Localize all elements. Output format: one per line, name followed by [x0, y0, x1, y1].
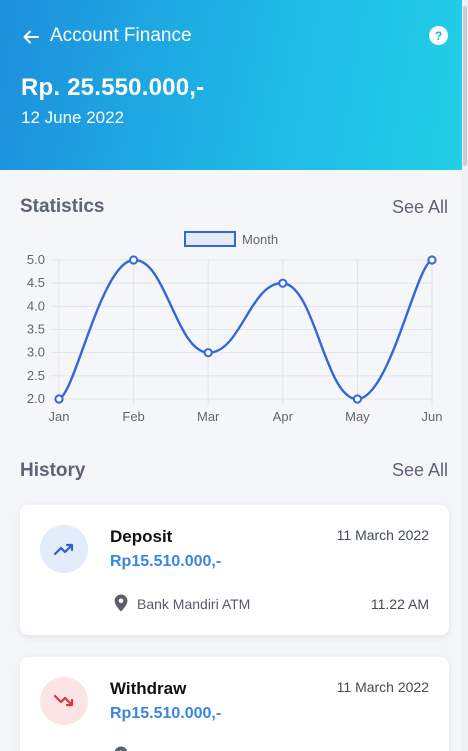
statistics-line-chart: 2.0 2.5 3.0 3.5 4.0 4.5 5.0 Jan Feb Mar Apr May Jun M… [27, 231, 443, 424]
y-tick-label: 2.0 [27, 391, 45, 406]
x-tick-label: Apr [273, 409, 294, 424]
transaction-date: 11 March 2022 [336, 679, 429, 695]
y-tick-label: 2.5 [27, 368, 45, 383]
history-see-all-link[interactable]: See All [392, 460, 448, 481]
legend-swatch [184, 231, 236, 247]
trending-up-icon [53, 543, 74, 556]
statistics-title: Statistics [20, 196, 105, 217]
data-point [203, 348, 213, 358]
trending-down-icon [53, 694, 74, 707]
history-title: History [20, 460, 86, 481]
transaction-location: Bank Mandiri ATM [137, 596, 251, 612]
transaction-amount: Rp15.510.000,- [110, 553, 222, 570]
statistics-see-all-link[interactable]: See All [392, 197, 448, 218]
help-icon: ? [434, 28, 443, 43]
data-point [427, 255, 437, 265]
history-card-withdraw[interactable]: Withdraw Rp15.510.000,- 11 March 2022 [20, 657, 449, 751]
transaction-amount: Rp15.510.000,- [110, 705, 222, 722]
x-tick-label: Feb [122, 409, 144, 424]
card-icon-wrapper [40, 677, 88, 725]
transaction-date: 11 March 2022 [336, 527, 429, 543]
balance-date: 12 June 2022 [21, 108, 125, 127]
data-point [352, 394, 362, 404]
data-point [129, 255, 139, 265]
y-tick-label: 3.0 [27, 345, 45, 360]
history-card-deposit[interactable]: Deposit Rp15.510.000,- 11 March 2022 Ban… [20, 505, 449, 635]
x-tick-label: May [345, 409, 370, 424]
help-button[interactable]: ? [429, 26, 448, 45]
back-button[interactable] [20, 26, 42, 48]
legend-label: Month [242, 232, 278, 247]
page-title: Account Finance [50, 25, 192, 46]
header: Account Finance ? Rp. 25.550.000,- 12 Ju… [0, 0, 468, 170]
account-balance: Rp. 25.550.000,- [21, 74, 205, 101]
transaction-type: Deposit [110, 527, 173, 546]
x-tick-label: Jun [422, 409, 443, 424]
x-tick-label: Mar [197, 409, 220, 424]
y-tick-label: 5.0 [27, 252, 45, 267]
arrow-left-icon [23, 30, 39, 44]
transaction-time: 11.22 AM [370, 596, 429, 612]
data-point [278, 278, 288, 288]
scrollbar-thumb[interactable] [463, 6, 467, 166]
y-tick-label: 3.5 [27, 322, 45, 337]
location-pin-icon [114, 746, 128, 751]
card-icon-wrapper [40, 525, 88, 573]
location-pin-icon [114, 594, 128, 612]
data-point [54, 394, 64, 404]
x-tick-label: Jan [49, 409, 70, 424]
transaction-type: Withdraw [110, 679, 187, 698]
y-tick-label: 4.5 [27, 275, 45, 290]
y-tick-label: 4.0 [27, 298, 45, 313]
